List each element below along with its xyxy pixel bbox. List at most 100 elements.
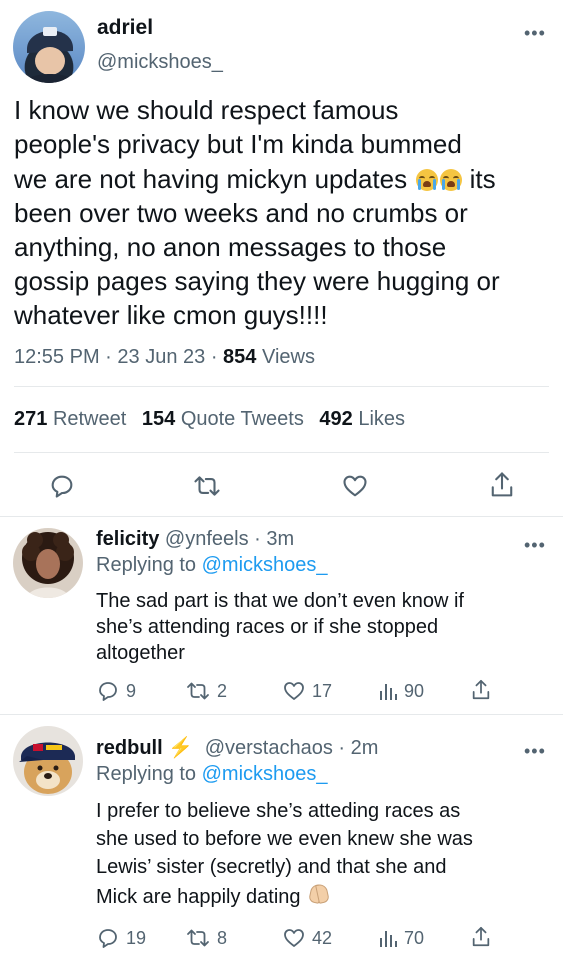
- reply-retweet-button[interactable]: 2: [185, 679, 227, 703]
- reply-handle[interactable]: @verstachaos: [205, 737, 333, 759]
- reply-text: The sad part is that we don’t even know …: [96, 588, 556, 666]
- tweet-text: I know we should respect famous people's…: [14, 93, 559, 332]
- like-button[interactable]: [341, 472, 369, 505]
- tweet-text-line: I know we should respect famous: [14, 95, 399, 125]
- replying-to: Replying to @mickshoes_: [96, 554, 328, 577]
- engagement-stats: 271 Retweet 154 Quote Tweets 492 Likes: [14, 408, 405, 431]
- tweet-text-line: whatever like cmon guys!!!!: [14, 300, 328, 330]
- reply-text-line: she’s attending races or if she stopped: [96, 616, 439, 638]
- reply-text-segment: Mick are happily dating: [96, 886, 301, 908]
- quotes-stat[interactable]: 154 Quote Tweets: [142, 408, 310, 430]
- author-handle[interactable]: @mickshoes_: [97, 51, 223, 74]
- reply-text-line: The sad part is that we don’t even know …: [96, 590, 464, 612]
- tweet-text-line: gossip pages saying they were hugging or: [14, 266, 500, 296]
- reply-time[interactable]: · 2m: [338, 737, 378, 759]
- like-count: 42: [312, 927, 333, 948]
- like-icon: [284, 929, 304, 947]
- like-count: 17: [312, 680, 333, 701]
- reply-display-name[interactable]: redbull: [96, 737, 163, 759]
- reply-display-name[interactable]: felicity: [96, 528, 159, 550]
- tweet-text-segment: we are not having mickyn updates: [14, 164, 408, 194]
- more-icon[interactable]: •••: [524, 24, 546, 42]
- likes-stat[interactable]: 492 Likes: [319, 408, 405, 430]
- replying-to-handle[interactable]: @mickshoes_: [202, 554, 328, 576]
- likes-label: Likes: [358, 408, 406, 430]
- reply-time[interactable]: · 3m: [254, 528, 294, 550]
- avatar-photo: [19, 742, 75, 794]
- divider: [0, 516, 563, 517]
- meta-separator: ·: [105, 346, 118, 368]
- reply-text-line: altogether: [96, 642, 185, 664]
- reply-reply-button[interactable]: 9: [96, 679, 136, 703]
- tweet-date[interactable]: 23 Jun 23: [117, 346, 205, 368]
- tweet-text-line: been over two weeks and no crumbs or: [14, 198, 468, 228]
- more-icon[interactable]: •••: [524, 536, 546, 554]
- reply-views-button[interactable]: 70: [378, 926, 424, 950]
- share-icon: [491, 472, 513, 497]
- reply-header: felicity @ynfeels · 3m: [96, 528, 294, 551]
- avatar-photo: [25, 27, 75, 83]
- replying-to-label: Replying to: [96, 763, 197, 785]
- reply-text-line: she used to before we even knew she was: [96, 828, 473, 850]
- tweet-meta: 12:55 PM · 23 Jun 23 · 854 Views: [14, 346, 315, 369]
- retweets-stat[interactable]: 271 Retweet: [14, 408, 132, 430]
- reply-count: 9: [126, 680, 137, 701]
- divider: [14, 452, 549, 453]
- likes-count: 492: [319, 408, 353, 430]
- retweets-label: Retweet: [52, 408, 127, 430]
- retweets-count: 271: [14, 408, 48, 430]
- quotes-count: 154: [141, 408, 176, 430]
- reply-header: redbull ⚡ @verstachaos · 2m: [96, 735, 378, 760]
- retweet-icon: [194, 476, 220, 496]
- reply-icon: [99, 682, 117, 701]
- like-icon: [284, 682, 304, 700]
- views-count: 70: [404, 927, 425, 948]
- views-label: Views: [261, 346, 315, 368]
- replying-to: Replying to @mickshoes_: [96, 763, 328, 786]
- reply-count: 19: [126, 927, 147, 948]
- retweet-count: 8: [217, 927, 228, 948]
- reply-share-button[interactable]: [470, 677, 492, 708]
- reply-text-line: Lewis’ sister (secretly) and that she an…: [96, 856, 447, 878]
- reply-avatar[interactable]: [13, 528, 83, 598]
- views-icon: [380, 931, 397, 947]
- reply-reply-button[interactable]: 19: [96, 926, 146, 950]
- reply-handle[interactable]: @ynfeels: [165, 528, 249, 550]
- retweet-icon: [187, 682, 209, 700]
- reply-text: I prefer to believe she’s atteding races…: [96, 797, 556, 911]
- crying-face-icon: [440, 169, 463, 191]
- reply-text-line: I prefer to believe she’s atteding races…: [96, 800, 461, 822]
- tweet-text-line: we are not having mickyn updates its: [14, 162, 559, 196]
- views-count: 90: [404, 680, 425, 701]
- reply-like-button[interactable]: 17: [282, 679, 332, 703]
- reply-views-button[interactable]: 90: [378, 679, 424, 703]
- reply-like-button[interactable]: 42: [282, 926, 332, 950]
- quotes-label: Quote Tweets: [180, 408, 304, 430]
- retweet-button[interactable]: [192, 472, 222, 505]
- share-icon: [472, 679, 490, 700]
- reply-icon: [99, 929, 117, 948]
- share-button[interactable]: [488, 470, 516, 505]
- reply-retweet-button[interactable]: 8: [185, 926, 227, 950]
- lightning-icon: ⚡: [168, 737, 194, 759]
- divider: [14, 386, 549, 387]
- views-count: 854: [223, 346, 257, 368]
- author-display-name[interactable]: adriel: [97, 16, 153, 40]
- reply-button[interactable]: [48, 472, 76, 505]
- reply-share-button[interactable]: [470, 924, 492, 955]
- tweet-text-line: people's privacy but I'm kinda bummed: [14, 129, 462, 159]
- reply-icon: [51, 475, 73, 498]
- author-avatar[interactable]: [13, 11, 85, 83]
- more-icon[interactable]: •••: [524, 742, 546, 760]
- replying-to-handle[interactable]: @mickshoes_: [202, 763, 328, 785]
- retweet-icon: [187, 929, 209, 947]
- crying-face-icon: [416, 169, 439, 191]
- avatar-photo: [22, 532, 74, 598]
- retweet-count: 2: [217, 680, 228, 701]
- tweet-text-segment: its: [462, 164, 496, 194]
- divider: [0, 714, 563, 715]
- reply-avatar[interactable]: [13, 726, 83, 796]
- tweet-time[interactable]: 12:55 PM: [14, 346, 100, 368]
- views-icon: [380, 684, 397, 700]
- share-icon: [472, 926, 490, 947]
